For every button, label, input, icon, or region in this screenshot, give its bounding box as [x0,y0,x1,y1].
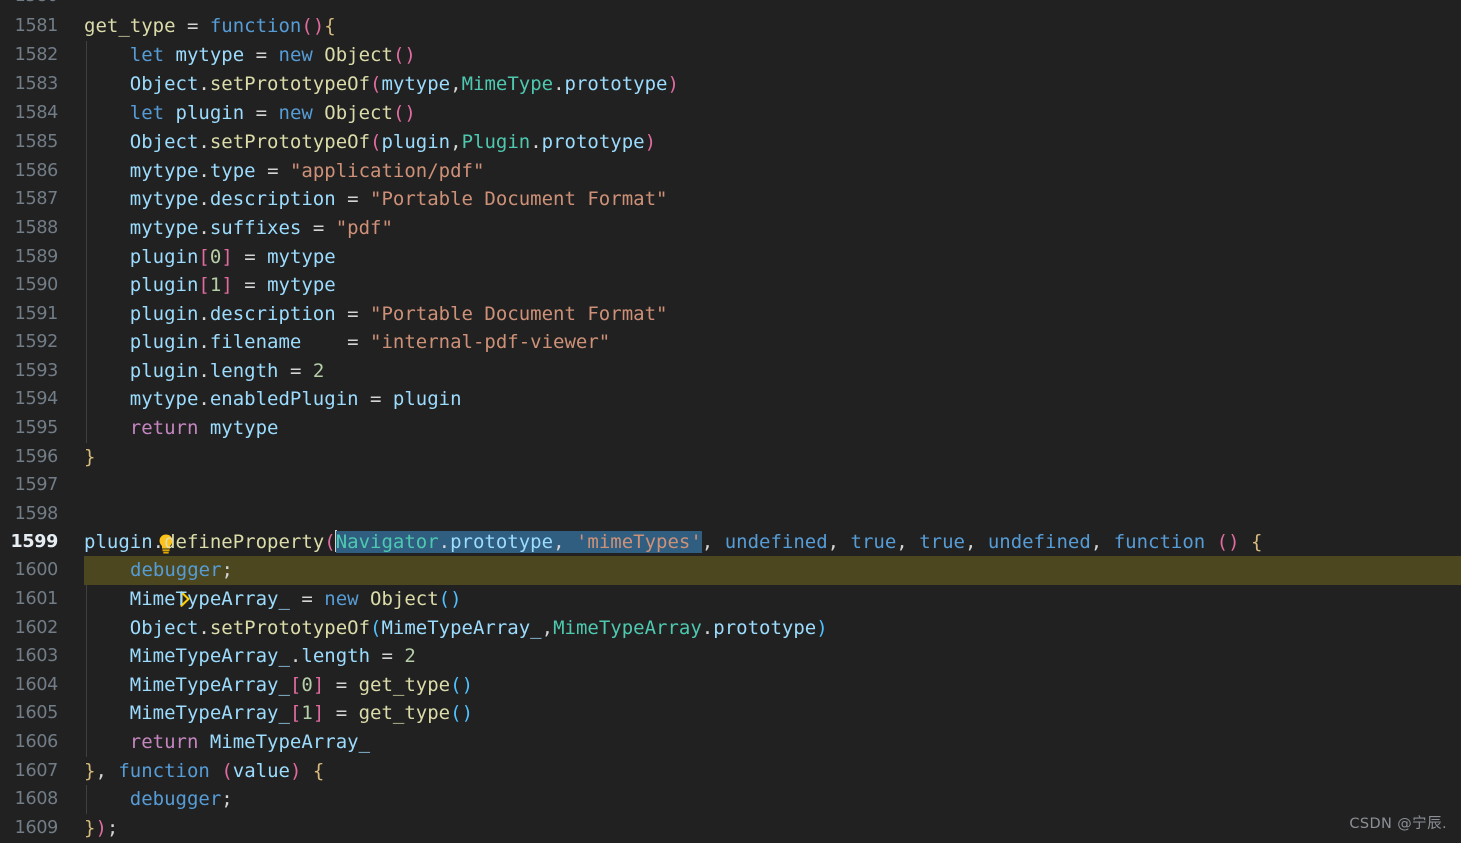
editor-line[interactable]: 1609 }); [0,814,1461,843]
editor-line[interactable]: 1591 plugin.description = "Portable Docu… [0,300,1461,329]
line-content: } [84,446,96,468]
editor-line[interactable]: 1582 let mytype = new Object() [0,41,1461,70]
line-number: 1582 [14,45,59,65]
line-number: 1581 [14,16,59,36]
editor-line-debug-current[interactable]: 1600 debugger; [0,556,1461,607]
debug-line-highlight [84,556,1461,585]
line-number: 1608 [14,789,59,809]
line-number: 1594 [14,389,59,409]
debug-arrow-icon[interactable] [108,560,190,607]
editor-line[interactable]: 1583 Object.setPrototypeOf(mytype,MimeTy… [0,70,1461,99]
line-content: debugger; [129,788,233,810]
line-content: let plugin = new Object() [129,102,416,124]
line-content: MimeTypeArray_.length = 2 [129,645,416,667]
line-number: 1596 [14,447,59,467]
editor-line[interactable]: 1585 Object.setPrototypeOf(plugin,Plugin… [0,128,1461,157]
line-number: 1583 [14,74,59,94]
editor-line[interactable]: 1594 mytype.enabledPlugin = plugin [0,385,1461,414]
watermark: CSDN @宁辰. [1349,816,1447,832]
line-number: 1609 [14,818,59,838]
editor-line[interactable]: 1580 [0,0,1461,11]
editor-line[interactable]: 1587 mytype.description = "Portable Docu… [0,185,1461,214]
line-number: 1598 [14,504,59,524]
line-content: plugin[1] = mytype [129,274,336,296]
text-selection[interactable]: Navigator.prototype, 'mimeTypes' [335,531,702,553]
line-content: MimeTypeArray_ = new Object() [129,588,462,610]
line-content: mytype.description = "Portable Document … [129,188,668,210]
line-content: return MimeTypeArray_ [129,731,371,753]
line-content: plugin.defineProperty(Navigator.prototyp… [84,530,1263,553]
line-number: 1607 [14,761,59,781]
line-number: 1597 [14,475,59,495]
editor-line[interactable]: 1608 debugger; [0,785,1461,814]
line-number: 1593 [14,361,59,381]
lightbulb-icon[interactable] [88,505,173,554]
line-number: 1606 [14,732,59,752]
line-content: mytype.suffixes = "pdf" [129,217,393,239]
line-number: 1603 [14,646,59,666]
editor-line-active[interactable]: 1599 plugin.defineProperty(Navigator.pro… [0,528,1461,557]
line-number: 1604 [14,675,59,695]
line-number: 1585 [14,132,59,152]
line-number: 1584 [14,103,59,123]
editor-line[interactable]: 1584 let plugin = new Object() [0,99,1461,128]
line-number: 1602 [14,618,59,638]
line-content: plugin.filename = "internal-pdf-viewer" [129,331,611,353]
line-content: plugin[0] = mytype [129,246,336,268]
editor-line[interactable]: 1606 return MimeTypeArray_ [0,728,1461,757]
line-content: Object.setPrototypeOf(MimeTypeArray_,Mim… [129,617,828,639]
editor-line[interactable]: 1592 plugin.filename = "internal-pdf-vie… [0,328,1461,357]
editor-line[interactable]: 1590 plugin[1] = mytype [0,271,1461,300]
line-number: 1591 [14,304,59,324]
line-number: 1589 [14,247,59,267]
line-content: MimeTypeArray_[1] = get_type() [129,702,474,724]
line-number: 1600 [14,560,59,580]
editor-line[interactable]: 1593 plugin.length = 2 [0,357,1461,386]
line-number-active: 1599 [10,532,58,552]
editor-line[interactable]: 1588 mytype.suffixes = "pdf" [0,214,1461,243]
line-content: let mytype = new Object() [129,44,416,66]
line-number: 1588 [14,218,59,238]
code-editor[interactable]: 1580 1581 get_type = function(){ 1582 le… [0,0,1461,843]
editor-line[interactable]: 1598 [0,500,1461,554]
editor-line[interactable]: 1595 return mytype [0,414,1461,443]
editor-line[interactable]: 1597 [0,471,1461,500]
line-content: plugin.length = 2 [129,360,325,382]
editor-line[interactable]: 1603 MimeTypeArray_.length = 2 [0,642,1461,671]
line-content: Object.setPrototypeOf(plugin,Plugin.prot… [129,131,657,153]
line-number: 1592 [14,332,59,352]
editor-line[interactable]: 1589 plugin[0] = mytype [0,243,1461,272]
line-content: plugin.description = "Portable Document … [129,303,668,325]
editor-line[interactable]: 1596 } [0,443,1461,472]
editor-line[interactable]: 1607 }, function (value) { [0,757,1461,786]
line-number: 1601 [14,589,59,609]
editor-line[interactable]: 1605 MimeTypeArray_[1] = get_type() [0,699,1461,728]
line-content: }); [84,817,119,839]
line-content: mytype.enabledPlugin = plugin [129,388,462,410]
line-number: 1605 [14,703,59,723]
editor-line[interactable]: 1602 Object.setPrototypeOf(MimeTypeArray… [0,614,1461,643]
line-number: 1586 [14,161,59,181]
line-number: 1580 [0,0,59,11]
editor-line[interactable]: 1586 mytype.type = "application/pdf" [0,157,1461,186]
editor-line[interactable]: 1581 get_type = function(){ [0,12,1461,41]
line-number: 1590 [14,275,59,295]
line-content: get_type = function(){ [84,15,336,37]
line-content: MimeTypeArray_[0] = get_type() [129,674,474,696]
line-content: mytype.type = "application/pdf" [129,160,485,182]
line-number: 1595 [14,418,59,438]
line-content: }, function (value) { [84,760,325,782]
line-content: debugger; [130,559,233,581]
editor-line[interactable]: 1604 MimeTypeArray_[0] = get_type() [0,671,1461,700]
editor-line[interactable]: 1601 MimeTypeArray_ = new Object() [0,585,1461,614]
line-number: 1587 [14,189,59,209]
line-content: return mytype [129,417,279,439]
line-content: Object.setPrototypeOf(mytype,MimeType.pr… [129,73,679,95]
